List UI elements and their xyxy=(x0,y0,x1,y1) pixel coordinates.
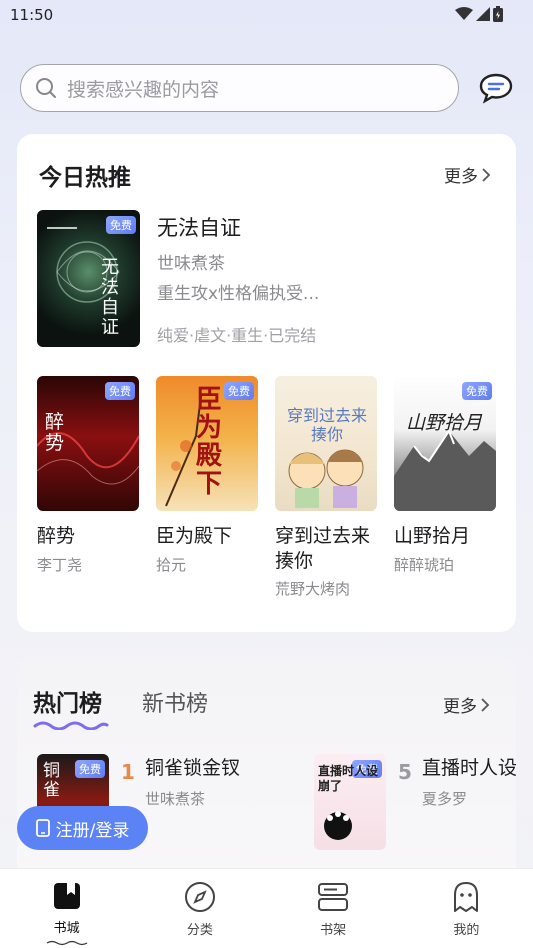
nav-label: 书架 xyxy=(320,923,347,938)
book-author: 荒野大烤肉 xyxy=(275,580,351,598)
rank-book-name[interactable]: 铜雀锁金钗 xyxy=(145,756,240,781)
more-label: 更多 xyxy=(443,697,477,717)
chevron-right-icon xyxy=(482,167,491,182)
nav-item-bookstore[interactable]: 书城 xyxy=(0,869,133,948)
bottom-nav: 书城 分类 书架 我的 xyxy=(0,868,533,948)
book-name[interactable]: 山野拾月 xyxy=(394,524,470,549)
cover-title: 山野拾月 xyxy=(405,412,482,434)
profile-icon xyxy=(454,882,479,912)
book-author: 醉醉琥珀 xyxy=(394,556,455,574)
free-badge: 免费 xyxy=(462,382,492,400)
status-icons xyxy=(455,6,503,22)
bookstore-icon xyxy=(53,883,80,909)
compass-icon xyxy=(184,882,215,912)
featured-book-tags: 纯爱·虐文·重生·已完结 xyxy=(157,326,317,345)
nav-label: 我的 xyxy=(453,923,480,938)
book-author: 拾元 xyxy=(156,556,187,574)
nav-label: 书城 xyxy=(53,921,80,936)
cover-title: 臣为殿下 xyxy=(196,385,223,499)
featured-book-name[interactable]: 无法自证 xyxy=(157,216,241,241)
message-button[interactable] xyxy=(478,72,514,104)
search-icon xyxy=(36,78,56,98)
rank-number: 1 xyxy=(121,760,135,784)
ranking-card: 热门榜 新书榜 更多 免费 铜雀 1 铜雀锁金钗 世味煮茶 免费 直播时人设崩了… xyxy=(17,656,516,886)
rank-number: 5 xyxy=(398,760,412,784)
nav-label: 分类 xyxy=(186,923,213,938)
book-author: 李丁尧 xyxy=(37,556,83,574)
status-time: 11:50 xyxy=(10,6,54,24)
cover-title: 铜雀 xyxy=(43,761,60,800)
book-cover[interactable]: 免费 醉势 xyxy=(37,376,139,511)
chat-bubble-icon xyxy=(479,73,513,104)
cover-title: 穿到过去来揍你 xyxy=(287,406,368,444)
search-placeholder: 搜索感兴趣的内容 xyxy=(67,78,220,101)
phone-icon xyxy=(35,819,50,837)
free-badge: 免费 xyxy=(224,382,254,400)
free-badge: 免费 xyxy=(75,760,105,778)
today-recommend-card: 今日热推 更多 免费 无法自证 无法自证 世味煮茶 重生攻x性格偏执受... 纯… xyxy=(17,134,516,632)
tab-hot-ranking[interactable]: 热门榜 xyxy=(33,684,102,718)
battery-icon xyxy=(493,6,503,22)
book-cover[interactable]: 免费 臣为殿下 xyxy=(156,376,258,511)
active-wave-indicator xyxy=(46,940,87,946)
bookshelf-icon xyxy=(318,883,349,911)
chevron-right-icon xyxy=(481,697,490,712)
cover-title: 无法自证 xyxy=(101,257,119,338)
register-login-button[interactable]: 注册/登录 xyxy=(17,806,148,850)
featured-book-cover[interactable]: 免费 无法自证 xyxy=(37,210,140,347)
today-more-link[interactable]: 更多 xyxy=(444,162,491,187)
nav-item-profile[interactable]: 我的 xyxy=(400,869,533,948)
more-label: 更多 xyxy=(444,167,478,187)
status-bar: 11:50 xyxy=(0,0,533,32)
book-name[interactable]: 穿到过去来揍你 xyxy=(275,524,385,574)
nav-item-category[interactable]: 分类 xyxy=(133,869,266,948)
free-badge: 免费 xyxy=(105,382,135,400)
featured-book-desc: 重生攻x性格偏执受... xyxy=(157,284,320,304)
section-title: 今日热推 xyxy=(39,165,131,191)
book-cover[interactable]: 穿到过去来揍你 xyxy=(275,376,377,511)
rank-book-author: 夏多罗 xyxy=(422,790,468,808)
login-label: 注册/登录 xyxy=(55,820,130,841)
rank-book-name[interactable]: 直播时人设 xyxy=(422,756,516,781)
book-cover[interactable]: 免费 山野拾月 xyxy=(394,376,496,511)
rank-more-link[interactable]: 更多 xyxy=(443,692,490,717)
cover-title: 直播时人设崩了 xyxy=(318,764,379,793)
rank-book-cover[interactable]: 免费 直播时人设崩了 xyxy=(314,754,386,850)
free-badge: 免费 xyxy=(106,216,136,234)
cover-title: 醉势 xyxy=(45,411,65,454)
tab-new-books[interactable]: 新书榜 xyxy=(142,686,208,718)
book-name[interactable]: 臣为殿下 xyxy=(156,524,232,549)
wifi-icon xyxy=(455,7,473,20)
signal-icon xyxy=(476,7,490,21)
nav-item-bookshelf[interactable]: 书架 xyxy=(267,869,400,948)
search-input[interactable]: 搜索感兴趣的内容 xyxy=(20,64,459,112)
rank-book-author: 世味煮茶 xyxy=(145,790,206,808)
tab-underline-wave xyxy=(33,721,109,730)
featured-book-author: 世味煮茶 xyxy=(157,254,225,274)
book-name[interactable]: 醉势 xyxy=(37,524,75,549)
